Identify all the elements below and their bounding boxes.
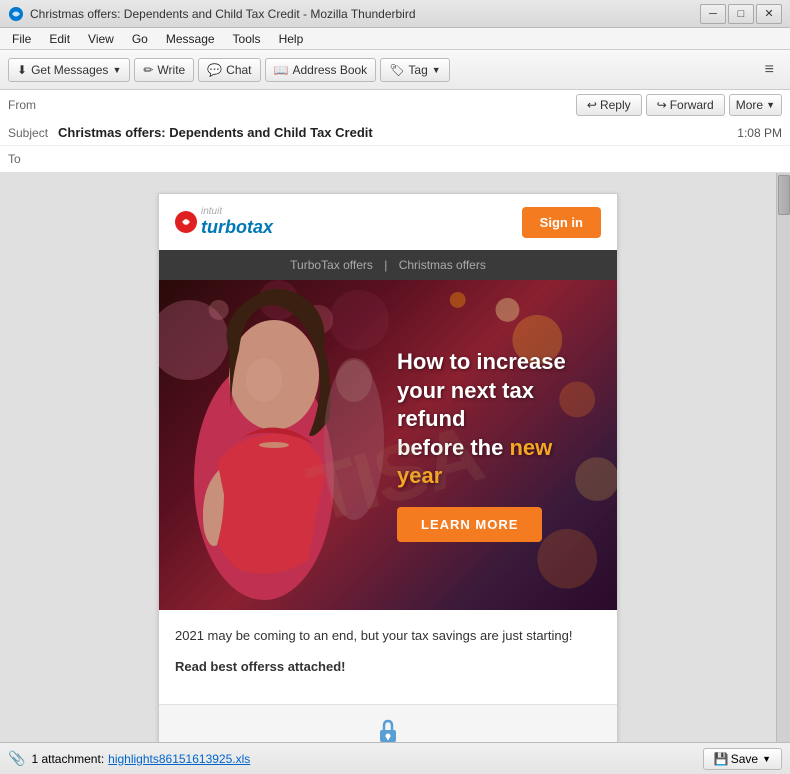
email-body-wrapper: TISA	[0, 173, 776, 774]
thunderbird-icon	[8, 6, 24, 22]
reply-label: Reply	[600, 98, 631, 112]
signin-button[interactable]: Sign in	[522, 207, 601, 238]
menu-view[interactable]: View	[80, 30, 122, 48]
chat-label: Chat	[226, 63, 251, 77]
attachment-count: 1 attachment:	[31, 752, 104, 766]
menu-bar: File Edit View Go Message Tools Help	[0, 28, 790, 50]
body-paragraph-2: Read best offerss attached!	[175, 657, 601, 678]
maximize-button[interactable]: □	[728, 4, 754, 24]
email-hero: How to increase your next tax refund bef…	[159, 280, 617, 610]
more-dropdown-icon: ▼	[766, 100, 775, 110]
subject-value: Christmas offers: Dependents and Child T…	[58, 125, 737, 140]
get-messages-button[interactable]: ⬇ Get Messages ▼	[8, 58, 130, 82]
email-header: From ↩ Reply ↪ Forward More ▼ Subject	[0, 90, 790, 173]
write-label: Write	[157, 63, 185, 77]
body-paragraph-1: 2021 may be coming to an end, but your t…	[175, 626, 601, 647]
turbotax-name: turbotax	[201, 217, 273, 238]
window-title: Christmas offers: Dependents and Child T…	[30, 7, 416, 21]
intuit-label: intuit	[201, 206, 273, 217]
tag-label: Tag	[408, 63, 427, 77]
save-dropdown-icon[interactable]: ▼	[762, 754, 771, 764]
menu-message[interactable]: Message	[158, 30, 223, 48]
hero-cta-button[interactable]: LEARN MORE	[397, 507, 542, 542]
hero-person-figure	[159, 280, 399, 610]
reply-icon: ↩	[587, 98, 597, 112]
attachment-filename[interactable]: highlights86151613925.xls	[108, 752, 250, 766]
hero-headline: How to increase your next tax refund bef…	[397, 348, 597, 491]
email-actions: ↩ Reply ↪ Forward More ▼	[576, 94, 782, 116]
address-book-button[interactable]: 📖 Address Book	[265, 58, 377, 82]
turbotax-header: intuit turbotax Sign in	[159, 194, 617, 250]
nav-link-1[interactable]: TurboTax offers	[290, 258, 373, 272]
attachment-bar: 📎 1 attachment: highlights86151613925.xl…	[0, 742, 790, 774]
scrollbar-thumb[interactable]	[778, 175, 790, 215]
email-scroll-area[interactable]: TISA	[0, 173, 790, 774]
write-button[interactable]: ✏ Write	[134, 58, 194, 82]
forward-button[interactable]: ↪ Forward	[646, 94, 725, 116]
email-body: intuit turbotax Sign in TurboTax offers …	[158, 193, 618, 774]
write-icon: ✏	[143, 63, 153, 77]
toolbar: ⬇ Get Messages ▼ ✏ Write 💬 Chat 📖 Addres…	[0, 50, 790, 90]
scrollbar-track[interactable]	[776, 173, 790, 774]
menu-file[interactable]: File	[4, 30, 39, 48]
save-label: Save	[731, 752, 758, 766]
to-row: To	[0, 146, 790, 172]
get-messages-dropdown-icon[interactable]: ▼	[112, 65, 121, 75]
scroll-content[interactable]: TISA	[0, 173, 790, 774]
more-button[interactable]: More ▼	[729, 94, 782, 116]
nav-link-2[interactable]: Christmas offers	[399, 258, 486, 272]
tag-icon: 🏷	[389, 63, 404, 77]
chat-button[interactable]: 💬 Chat	[198, 58, 260, 82]
chat-icon: 💬	[207, 63, 222, 77]
turbotax-logo-text: intuit turbotax	[201, 206, 273, 238]
to-label: To	[8, 152, 58, 166]
turbotax-nav: TurboTax offers | Christmas offers	[159, 250, 617, 280]
save-icon: 💾	[714, 752, 729, 766]
close-button[interactable]: ✕	[756, 4, 782, 24]
hero-text: How to increase your next tax refund bef…	[397, 348, 597, 542]
email-body-text: 2021 may be coming to an end, but your t…	[159, 610, 617, 704]
subject-row: Subject Christmas offers: Dependents and…	[0, 120, 790, 146]
address-book-icon: 📖	[274, 63, 289, 77]
from-row: From ↩ Reply ↪ Forward More ▼	[0, 90, 790, 120]
tag-button[interactable]: 🏷 Tag ▼	[380, 58, 450, 82]
tag-dropdown-icon[interactable]: ▼	[432, 65, 441, 75]
title-bar: Christmas offers: Dependents and Child T…	[0, 0, 790, 28]
address-book-label: Address Book	[292, 63, 367, 77]
forward-icon: ↪	[657, 98, 667, 112]
nav-separator: |	[384, 258, 387, 272]
hero-line2: your next tax refund	[397, 378, 534, 432]
minimize-button[interactable]: ─	[700, 4, 726, 24]
forward-label: Forward	[670, 98, 714, 112]
turbotax-logo-icon	[175, 211, 197, 233]
paperclip-icon: 📎	[8, 750, 25, 767]
menu-go[interactable]: Go	[124, 30, 156, 48]
menu-tools[interactable]: Tools	[225, 30, 269, 48]
subject-label: Subject	[8, 126, 58, 140]
reply-button[interactable]: ↩ Reply	[576, 94, 642, 116]
hero-line3: before the	[397, 435, 509, 460]
timestamp: 1:08 PM	[737, 126, 782, 140]
hamburger-menu-button[interactable]: ≡	[757, 57, 782, 83]
window-controls: ─ □ ✕	[700, 4, 782, 24]
body-strong-text: Read best offerss attached!	[175, 659, 346, 674]
main-window: Christmas offers: Dependents and Child T…	[0, 0, 790, 774]
turbotax-logo: intuit turbotax	[175, 206, 273, 238]
hero-line1: How to increase	[397, 349, 566, 374]
from-label: From	[8, 98, 58, 112]
get-messages-label: Get Messages	[31, 63, 108, 77]
menu-edit[interactable]: Edit	[41, 30, 78, 48]
save-button[interactable]: 💾 Save ▼	[703, 748, 782, 770]
menu-help[interactable]: Help	[271, 30, 312, 48]
more-label: More	[736, 98, 763, 112]
get-messages-icon: ⬇	[17, 63, 27, 77]
